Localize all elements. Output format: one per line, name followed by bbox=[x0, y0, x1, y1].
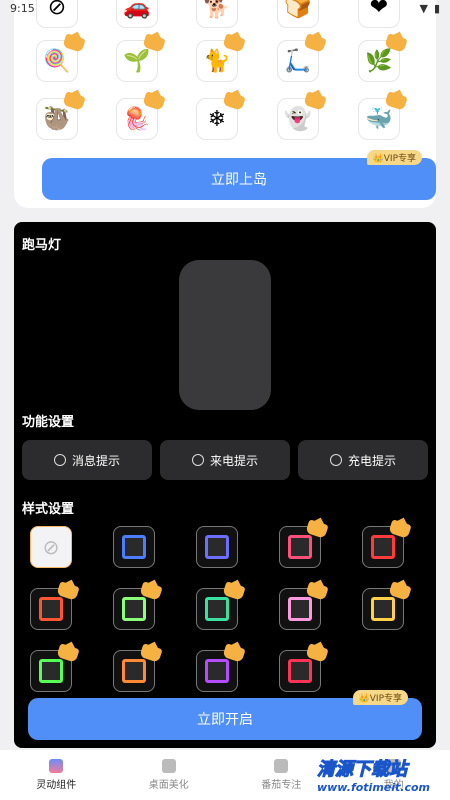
style-swatch bbox=[39, 597, 63, 621]
style-swatch bbox=[288, 597, 312, 621]
style-option-style-1[interactable] bbox=[113, 526, 155, 568]
watermark-url: www.fotimeit.com bbox=[316, 781, 430, 794]
phone-preview bbox=[179, 260, 271, 410]
timer-icon bbox=[274, 759, 289, 773]
battery-icon: ▮ bbox=[433, 2, 440, 15]
radio-icon bbox=[53, 454, 66, 466]
style-swatch bbox=[122, 659, 146, 683]
style-swatch bbox=[39, 659, 63, 683]
function-option-call[interactable]: 来电提示 bbox=[160, 440, 290, 480]
style-swatch bbox=[122, 597, 146, 621]
start-marquee-button[interactable]: 立即开启 👑VIP专享 bbox=[28, 690, 422, 740]
style-swatch bbox=[288, 659, 312, 683]
function-option-charge[interactable]: 充电提示 bbox=[298, 440, 428, 480]
style-settings-title: 样式设置 bbox=[22, 502, 75, 517]
vip-badge: 👑VIP专享 bbox=[352, 690, 408, 705]
island-card: ⊘ 🚗 🐕 🍞 ❤ 🍭 🌱 🐈 🛴 🌿 🦥 🪼 ❄ 👻 🐳 立即上岛 👑VIP专享 bbox=[14, 0, 436, 208]
radio-icon bbox=[329, 454, 342, 466]
style-swatch bbox=[205, 659, 229, 683]
widgets-icon bbox=[49, 759, 64, 773]
marquee-title: 跑马灯 bbox=[22, 238, 62, 253]
style-swatch bbox=[205, 597, 229, 621]
watermark: 清源下载站 www.fotimeit.com bbox=[316, 755, 430, 795]
function-option-message[interactable]: 消息提示 bbox=[22, 440, 152, 480]
style-swatch bbox=[371, 597, 395, 621]
nav-item-widgets[interactable]: 灵动组件 bbox=[0, 750, 113, 800]
status-bar: 9:15 ▼ ▮ bbox=[0, 0, 450, 20]
style-swatch bbox=[288, 535, 312, 559]
status-time: 9:15 bbox=[10, 2, 35, 15]
radio-icon bbox=[191, 454, 204, 466]
style-swatch bbox=[122, 535, 146, 559]
nav-item-desktop[interactable]: 桌面美化 bbox=[113, 750, 226, 800]
style-swatch bbox=[205, 535, 229, 559]
grid-icon bbox=[161, 759, 176, 773]
vip-badge: 👑VIP专享 bbox=[366, 150, 422, 165]
style-option-none[interactable]: ⊘ bbox=[30, 526, 72, 568]
join-island-button[interactable]: 立即上岛 👑VIP专享 bbox=[42, 150, 436, 200]
wifi-icon: ▼ bbox=[419, 2, 428, 15]
style-swatch bbox=[371, 535, 395, 559]
function-settings-title: 功能设置 bbox=[22, 415, 75, 430]
watermark-title: 清源下载站 bbox=[316, 759, 407, 781]
start-marquee-label: 立即开启 bbox=[197, 712, 253, 728]
marquee-card: 跑马灯 功能设置 消息提示 来电提示 充电提示 样式设置 ⊘ 立即开启 👑VIP… bbox=[14, 222, 436, 748]
join-island-label: 立即上岛 bbox=[211, 172, 267, 188]
style-option-style-2[interactable] bbox=[196, 526, 238, 568]
